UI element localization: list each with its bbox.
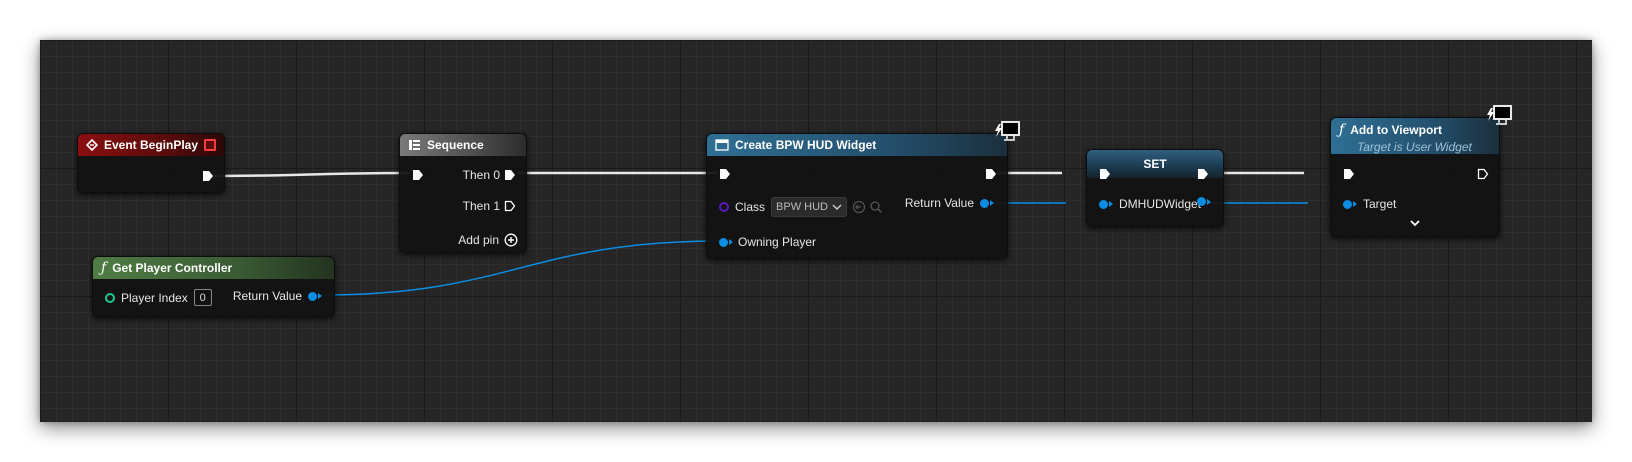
int-pin-icon [105,292,115,303]
add-pin-button[interactable]: Add pin [458,233,518,247]
node-header: ƒ Get Player Controller [93,257,334,279]
node-title: Event BeginPlay [104,138,199,152]
object-pin-icon [308,291,317,301]
pin-label: Player Index [121,290,188,305]
blueprint-graph-canvas[interactable]: Event BeginPlay Sequence Then 0 Then 1 A… [40,40,1592,422]
exec-pin-icon [504,200,516,212]
then-0-pin[interactable]: Then 0 [463,168,516,182]
exec-output-pin[interactable] [202,170,214,182]
target-pin[interactable]: Target [1343,197,1396,211]
sequence-node[interactable]: Sequence Then 0 Then 1 Add pin [399,133,527,253]
exec-input-pin[interactable] [719,168,731,180]
set-variable-node[interactable]: SET DMHUDWidget [1086,149,1224,227]
exec-input-pin[interactable] [1343,168,1355,180]
exec-pin-icon [1344,169,1354,179]
add-to-viewport-node[interactable]: ƒ Add to Viewport Target is User Widget … [1330,105,1512,237]
pin-arrow-icon [1353,201,1357,207]
exec-output-pin[interactable] [985,168,997,180]
pin-arrow-icon [990,200,994,206]
pin-arrow-icon [1109,201,1113,207]
node-title: Create BPW HUD Widget [735,138,877,152]
pin-label: Return Value [232,289,302,303]
exec-pin-icon [1198,169,1208,179]
exec-input-pin[interactable] [412,169,424,181]
exec-wire-beginplay-sequence [210,171,411,178]
exec-output-pin[interactable] [1477,168,1489,180]
monitor-lightning-icon [1485,105,1513,130]
function-f-icon: ƒ [1339,122,1345,138]
create-widget-node[interactable]: Create BPW HUD Widget Class BPW HUD Retu… [706,121,1020,259]
player-index-input[interactable]: 0 [193,289,212,306]
owning-player-pin[interactable]: Owning Player [719,235,816,249]
pin-label: Then 1 [462,199,500,213]
object-pin-icon [1197,197,1206,206]
pin-arrow-icon [1207,198,1211,205]
chevron-down-icon [1410,220,1420,227]
object-pin-icon [719,237,728,247]
exec-input-pin[interactable] [1099,168,1111,180]
node-title: Sequence [427,138,484,152]
exec-pin-icon [1477,168,1489,180]
node-header: Create BPW HUD Widget [707,134,1007,156]
exec-pin-icon [505,170,515,180]
node-header: Event BeginPlay [78,134,224,156]
widget-window-icon [715,139,729,151]
get-player-controller-node[interactable]: ƒ Get Player Controller Player Index 0 R… [92,256,335,317]
function-f-icon: ƒ [101,260,107,276]
node-header: Sequence [400,134,526,156]
node-title: Add to Viewport [1350,123,1442,137]
dmhudwidget-output-pin[interactable] [1197,197,1211,206]
pin-label: Then 0 [462,168,500,182]
monitor-lightning-icon [993,121,1021,146]
pin-label: DMHUDWidget [1119,197,1202,211]
exec-pin-icon [203,171,213,181]
sequence-icon [408,139,421,151]
add-circle-icon [504,233,518,247]
node-subtitle: Target is User Widget [1357,140,1472,154]
object-pin-icon [1343,199,1352,209]
add-pin-label: Add pin [458,233,499,247]
then-1-pin[interactable]: Then 1 [463,199,516,213]
node-title: Get Player Controller [112,261,233,275]
pin-arrow-icon [318,293,322,299]
chevron-down-icon [832,204,842,210]
class-pin-icon [719,202,729,212]
player-index-pin[interactable]: Player Index 0 [105,289,212,306]
exec-pin-icon [720,169,730,179]
delegate-output-pin[interactable] [204,139,216,151]
expand-advanced-button[interactable] [1409,219,1421,228]
pin-arrow-icon [729,239,733,245]
pin-label: Return Value [904,196,974,210]
node-header: ƒ Add to Viewport Target is User Widget [1331,118,1499,154]
class-dropdown-value: BPW HUD [776,201,828,213]
use-selected-icon[interactable] [852,200,866,214]
event-diamond-icon [86,139,98,151]
object-pin-icon [1099,199,1108,209]
exec-pin-icon [1100,169,1110,179]
browse-search-icon[interactable] [869,200,883,214]
class-dropdown[interactable]: BPW HUD [771,197,847,217]
pin-label: Class [735,200,766,214]
class-pin[interactable]: Class BPW HUD [719,197,883,217]
dmhudwidget-input-pin[interactable]: DMHUDWidget [1099,197,1201,211]
exec-pin-icon [986,169,996,179]
node-title: SET [1143,157,1167,171]
object-pin-icon [980,198,989,208]
event-begin-play-node[interactable]: Event BeginPlay [77,133,225,193]
exec-output-pin[interactable] [1197,168,1209,180]
exec-pin-icon [413,170,423,180]
return-value-pin[interactable]: Return Value [233,289,322,303]
pin-label: Owning Player [738,235,817,249]
return-value-pin[interactable]: Return Value [905,196,994,210]
pin-label: Target [1363,197,1397,211]
